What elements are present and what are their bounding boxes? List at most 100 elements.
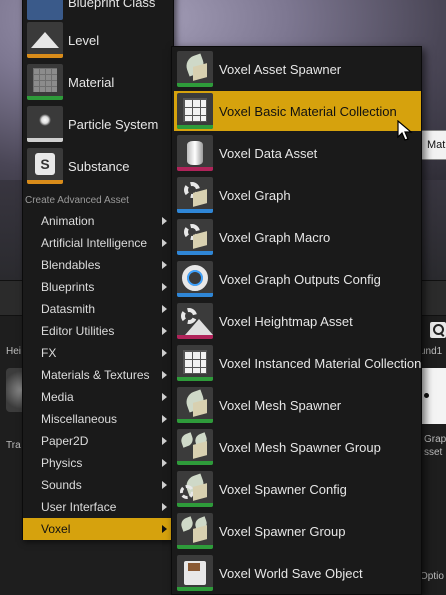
voxel-graph-macro-icon	[177, 219, 213, 255]
panel-label-sset: sset	[424, 447, 443, 458]
category-editor-utilities[interactable]: Editor Utilities	[23, 320, 173, 342]
category-label: Animation	[41, 214, 95, 228]
submenu-item-voxel-mesh-spawner-group[interactable]: Voxel Mesh Spawner Group	[174, 427, 421, 467]
category-label: User Interface	[41, 500, 117, 514]
category-label: FX	[41, 346, 57, 360]
category-paper2d[interactable]: Paper2D	[23, 430, 173, 452]
menu-item-particle-system[interactable]: Particle System	[23, 103, 175, 145]
chevron-right-icon	[162, 503, 167, 511]
category-label: Blendables	[41, 258, 101, 272]
submenu-item-label: Voxel Mesh Spawner	[219, 397, 342, 413]
submenu-item-label: Voxel Asset Spawner	[219, 61, 342, 77]
panel-label-grap: Grap	[424, 434, 446, 445]
category-materials-textures[interactable]: Materials & Textures	[23, 364, 173, 386]
mesh-spawner-group-icon	[177, 429, 213, 465]
submenu-item-voxel-spawner-config[interactable]: Voxel Spawner Config	[174, 469, 421, 509]
spawner-group-icon	[177, 513, 213, 549]
world-save-object-icon	[177, 555, 213, 591]
category-label: Voxel	[41, 522, 71, 536]
instanced-material-collection-icon	[177, 345, 213, 381]
category-datasmith[interactable]: Datasmith	[23, 298, 173, 320]
chevron-right-icon	[162, 305, 167, 313]
category-label: Media	[41, 390, 74, 404]
submenu-item-label: Voxel Mesh Spawner Group	[219, 439, 381, 455]
menu-item-level[interactable]: Level	[23, 19, 175, 61]
panel-label-right: und1	[420, 346, 443, 357]
submenu-item-label: Voxel Heightmap Asset	[219, 313, 353, 329]
menu-item-label: Blueprint Class	[68, 0, 156, 10]
submenu-item-voxel-asset-spawner[interactable]: Voxel Asset Spawner	[174, 49, 421, 89]
submenu-item-voxel-mesh-spawner[interactable]: Voxel Mesh Spawner	[174, 385, 421, 425]
category-label: Miscellaneous	[41, 412, 118, 426]
submenu-item-voxel-graph-macro[interactable]: Voxel Graph Macro	[174, 217, 421, 257]
menu-item-material[interactable]: Material	[23, 61, 175, 103]
section-header: Create Advanced Asset	[25, 195, 129, 206]
category-physics[interactable]: Physics	[23, 452, 173, 474]
chevron-right-icon	[162, 283, 167, 291]
category-artificial-intelligence[interactable]: Artificial Intelligence	[23, 232, 173, 254]
menu-item-label: Substance	[68, 158, 130, 174]
menu-item-label: Level	[68, 32, 100, 48]
submenu-item-voxel-data-asset[interactable]: Voxel Data Asset	[174, 133, 421, 173]
chevron-right-icon	[162, 239, 167, 247]
voxel-submenu: Voxel Asset Spawner Voxel Basic Material…	[171, 46, 422, 595]
tooltip-text: Mat	[427, 139, 446, 151]
category-media[interactable]: Media	[23, 386, 173, 408]
create-asset-menu: Blueprint Class Level Material Particle …	[22, 0, 174, 540]
search-icon[interactable]	[430, 322, 446, 338]
category-voxel[interactable]: Voxel	[23, 518, 173, 540]
voxel-graph-icon	[177, 177, 213, 213]
panel-label-tra: Tra	[6, 440, 21, 451]
submenu-item-label: Voxel Spawner Config	[219, 481, 347, 497]
submenu-item-voxel-spawner-group[interactable]: Voxel Spawner Group	[174, 511, 421, 551]
chevron-right-icon	[162, 371, 167, 379]
menu-item-substance[interactable]: S Substance	[23, 145, 175, 187]
chevron-right-icon	[162, 327, 167, 335]
category-label: Artificial Intelligence	[41, 236, 148, 250]
category-user-interface[interactable]: User Interface	[23, 496, 173, 518]
category-label: Materials & Textures	[41, 368, 150, 382]
panel-label-left: Hei	[6, 346, 22, 357]
heightmap-asset-icon	[177, 303, 213, 339]
category-miscellaneous[interactable]: Miscellaneous	[23, 408, 173, 430]
category-label: Editor Utilities	[41, 324, 115, 338]
thumbnail-dot	[424, 393, 429, 398]
asset-spawner-icon	[177, 51, 213, 87]
category-blendables[interactable]: Blendables	[23, 254, 173, 276]
category-fx[interactable]: FX	[23, 342, 173, 364]
chevron-right-icon	[162, 349, 167, 357]
submenu-item-voxel-graph[interactable]: Voxel Graph	[174, 175, 421, 215]
particle-system-icon	[27, 106, 63, 142]
submenu-item-label: Voxel Graph	[219, 187, 291, 203]
category-label: Paper2D	[41, 434, 89, 448]
graph-outputs-config-icon	[177, 261, 213, 297]
chevron-right-icon	[162, 261, 167, 269]
submenu-item-voxel-basic-material-collection[interactable]: Voxel Basic Material Collection	[174, 91, 421, 131]
chevron-right-icon	[162, 437, 167, 445]
tooltip: Mat	[418, 130, 446, 160]
substance-icon: S	[27, 148, 63, 184]
data-asset-icon	[177, 135, 213, 171]
material-collection-icon	[177, 93, 213, 129]
category-label: Sounds	[41, 478, 82, 492]
chevron-right-icon	[162, 525, 167, 533]
submenu-item-voxel-world-save-object[interactable]: Voxel World Save Object	[174, 553, 421, 593]
category-animation[interactable]: Animation	[23, 210, 173, 232]
submenu-item-label: Voxel Basic Material Collection	[219, 103, 397, 119]
chevron-right-icon	[162, 415, 167, 423]
menu-item-label: Particle System	[68, 116, 159, 132]
submenu-item-label: Voxel World Save Object	[219, 565, 363, 581]
chevron-right-icon	[162, 481, 167, 489]
submenu-item-voxel-graph-outputs-config[interactable]: Voxel Graph Outputs Config	[174, 259, 421, 299]
chevron-right-icon	[162, 393, 167, 401]
category-label: Datasmith	[41, 302, 96, 316]
menu-item-label: Material	[68, 74, 115, 90]
submenu-item-voxel-heightmap-asset[interactable]: Voxel Heightmap Asset	[174, 301, 421, 341]
chevron-right-icon	[162, 459, 167, 467]
panel-label-optio: Optio	[420, 571, 444, 582]
submenu-item-voxel-instanced-material-collection[interactable]: Voxel Instanced Material Collection	[174, 343, 421, 383]
category-sounds[interactable]: Sounds	[23, 474, 173, 496]
asset-thumbnail-white[interactable]	[420, 368, 446, 424]
blueprint-class-icon	[27, 0, 63, 20]
category-blueprints[interactable]: Blueprints	[23, 276, 173, 298]
